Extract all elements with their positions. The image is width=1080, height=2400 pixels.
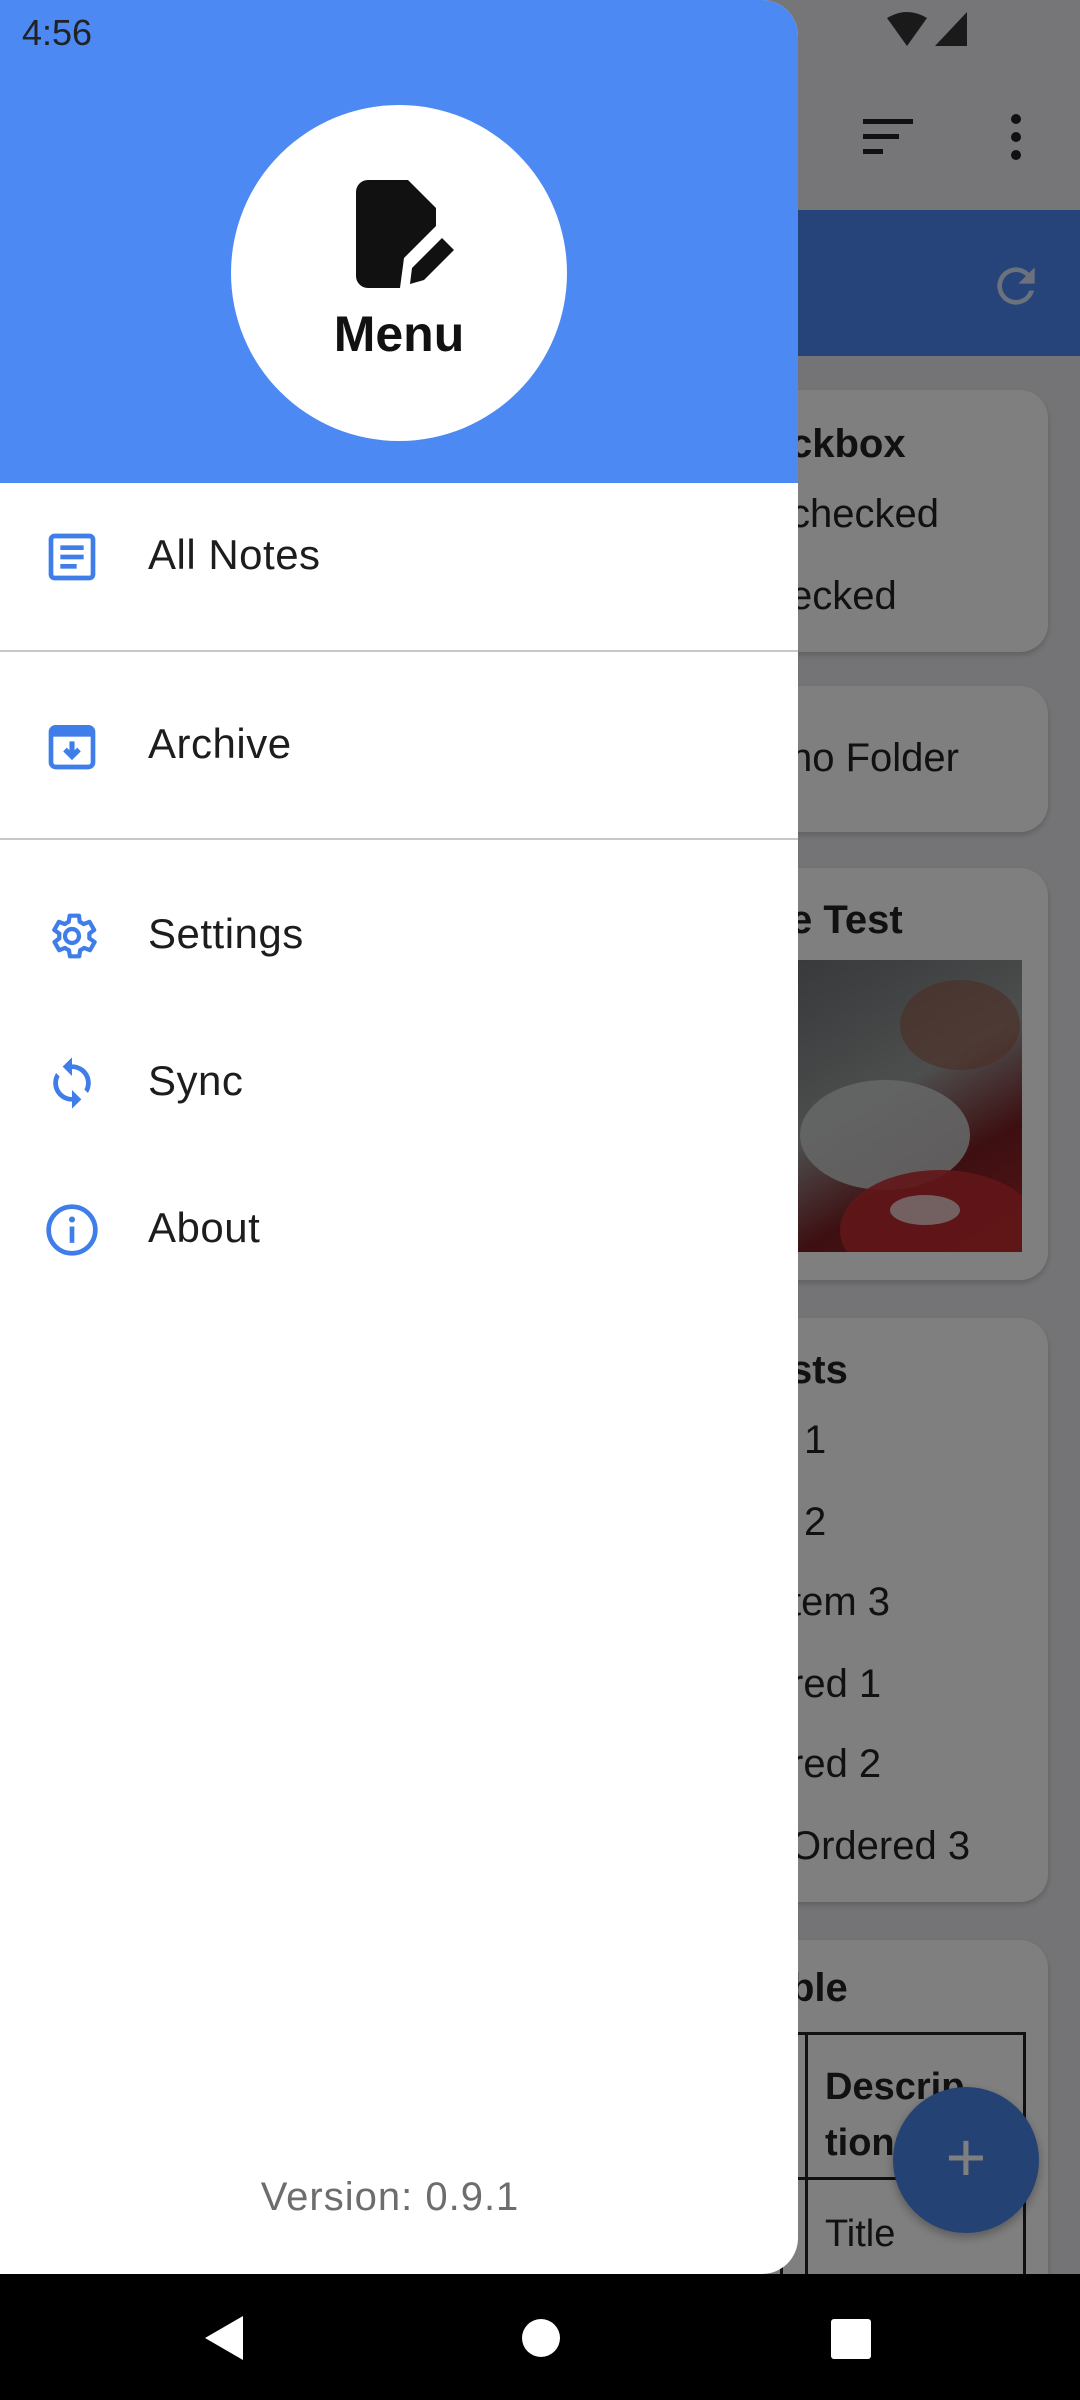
navigation-drawer: Menu All Notes Archive Settings Sync Abo… [0, 0, 798, 2274]
nav-item-about[interactable]: About [0, 1158, 798, 1298]
nav-item-label: Sync [148, 1057, 244, 1104]
settings-icon [52, 913, 97, 959]
divider [0, 838, 798, 840]
notes-icon [48, 533, 96, 581]
status-time: 4:56 [22, 12, 93, 53]
nav-item-label: Archive [148, 720, 292, 767]
back-icon[interactable] [203, 2314, 247, 2362]
info-icon [46, 1204, 98, 1256]
nav-item-settings[interactable]: Settings [0, 864, 798, 1004]
nav-item-label: About [148, 1204, 261, 1251]
header-avatar: Menu [231, 105, 567, 441]
version-text: Version: 0.9.1 [260, 2175, 520, 2219]
archive-icon [48, 725, 96, 770]
nav-item-archive[interactable]: Archive [0, 674, 798, 814]
nav-item-label: All Notes [148, 531, 321, 578]
nav-item-label: Settings [148, 910, 304, 957]
drawer-title: Menu [333, 306, 465, 362]
sync-icon [53, 1057, 91, 1109]
home-icon[interactable] [521, 2318, 561, 2358]
divider [0, 650, 798, 652]
edit-note-icon [356, 180, 454, 288]
recents-icon[interactable] [831, 2319, 871, 2359]
system-navigation-bar [0, 2274, 1080, 2400]
nav-item-sync[interactable]: Sync [0, 1011, 798, 1151]
drawer-header: Menu [0, 0, 798, 483]
cellular-signal-icon [935, 12, 967, 46]
nav-item-all-notes[interactable]: All Notes [0, 485, 798, 625]
